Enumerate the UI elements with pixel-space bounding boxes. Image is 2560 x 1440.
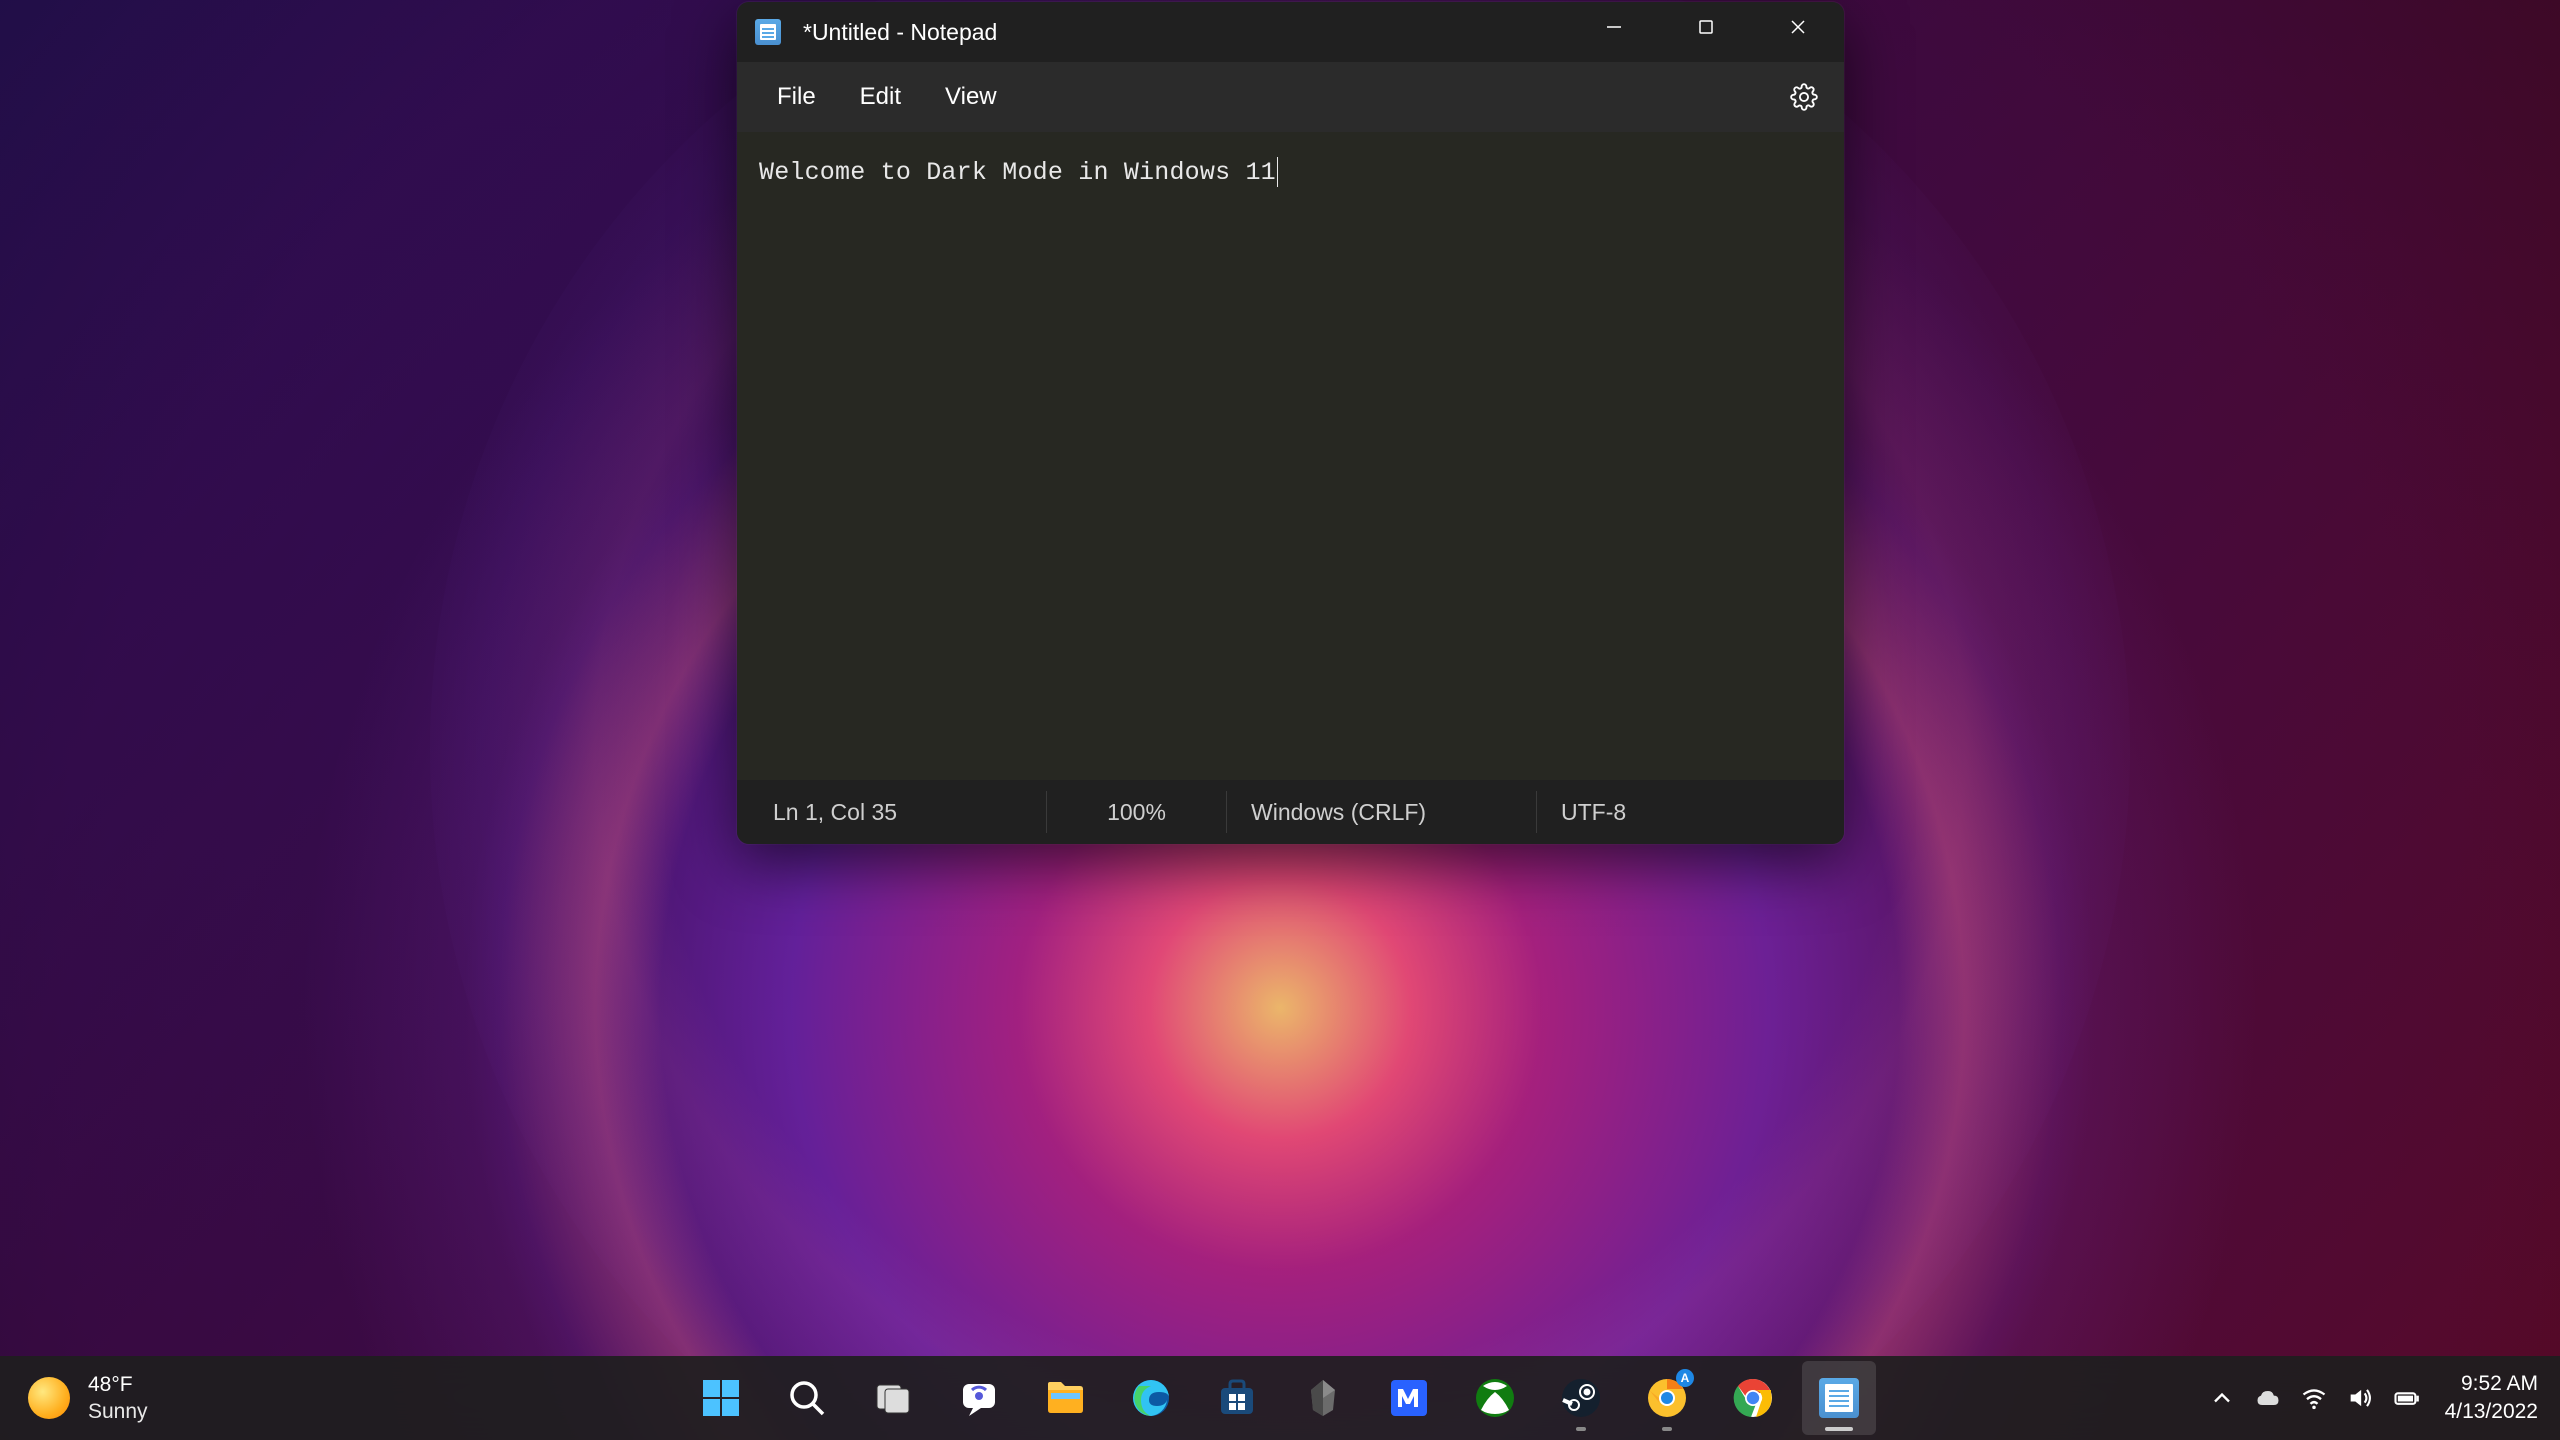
store-icon <box>1215 1376 1259 1420</box>
editor-content: Welcome to Dark Mode in Windows 11 <box>759 158 1278 187</box>
weather-temperature: 48°F <box>88 1371 148 1398</box>
sun-icon <box>28 1377 70 1419</box>
tray-onedrive[interactable] <box>2249 1379 2287 1417</box>
editor-area[interactable]: Welcome to Dark Mode in Windows 11 <box>737 132 1844 780</box>
window-controls <box>1568 2 1844 52</box>
file-explorer-button[interactable] <box>1028 1361 1102 1435</box>
chat-icon <box>957 1376 1001 1420</box>
chevron-up-icon <box>2208 1384 2236 1412</box>
windows-logo-icon <box>699 1376 743 1420</box>
search-icon <box>785 1376 829 1420</box>
xbox-icon <box>1473 1376 1517 1420</box>
edge-button[interactable] <box>1114 1361 1188 1435</box>
weather-condition: Sunny <box>88 1398 148 1425</box>
obsidian-icon <box>1301 1376 1345 1420</box>
notepad-icon <box>755 19 781 45</box>
status-zoom[interactable]: 100% <box>1047 791 1227 833</box>
tray-battery[interactable] <box>2387 1379 2425 1417</box>
status-line-ending[interactable]: Windows (CRLF) <box>1227 791 1537 833</box>
steam-icon <box>1559 1376 1603 1420</box>
start-button[interactable] <box>684 1361 758 1435</box>
taskbar: 48°F Sunny <box>0 1356 2560 1440</box>
maximize-button[interactable] <box>1660 2 1752 52</box>
badge-icon: A <box>1676 1369 1694 1387</box>
notepad-window: *Untitled - Notepad File Edit View <box>737 2 1844 844</box>
chrome-canary-button[interactable]: A <box>1630 1361 1704 1435</box>
taskbar-weather-widget[interactable]: 48°F Sunny <box>0 1371 148 1426</box>
cloud-icon <box>2254 1384 2282 1412</box>
status-cursor-position: Ln 1, Col 35 <box>737 791 1047 833</box>
edge-icon <box>1129 1376 1173 1420</box>
menubar: File Edit View <box>737 62 1844 132</box>
gear-icon <box>1790 83 1818 111</box>
statusbar: Ln 1, Col 35 100% Windows (CRLF) UTF-8 <box>737 780 1844 844</box>
obsidian-button[interactable] <box>1286 1361 1360 1435</box>
taskbar-system-tray: 9:52 AM 4/13/2022 <box>2203 1370 2538 1427</box>
taskbar-center-apps: A <box>684 1361 1876 1435</box>
tray-volume[interactable] <box>2341 1379 2379 1417</box>
titlebar[interactable]: *Untitled - Notepad <box>737 2 1844 62</box>
notepad-taskbar-button[interactable] <box>1802 1361 1876 1435</box>
battery-icon <box>2392 1384 2420 1412</box>
steam-button[interactable] <box>1544 1361 1618 1435</box>
menu-edit[interactable]: Edit <box>838 73 923 121</box>
speaker-icon <box>2346 1384 2374 1412</box>
taskbar-clock[interactable]: 9:52 AM 4/13/2022 <box>2445 1370 2538 1427</box>
status-encoding[interactable]: UTF-8 <box>1537 791 1654 833</box>
m-app-button[interactable] <box>1372 1361 1446 1435</box>
menu-view[interactable]: View <box>923 73 1019 121</box>
search-button[interactable] <box>770 1361 844 1435</box>
xbox-button[interactable] <box>1458 1361 1532 1435</box>
clock-time: 9:52 AM <box>2445 1370 2538 1398</box>
minimize-button[interactable] <box>1568 2 1660 52</box>
weather-text: 48°F Sunny <box>88 1371 148 1426</box>
desktop[interactable]: *Untitled - Notepad File Edit View <box>0 0 2560 1440</box>
tray-wifi[interactable] <box>2295 1379 2333 1417</box>
window-title: *Untitled - Notepad <box>803 19 997 46</box>
folder-icon <box>1043 1376 1087 1420</box>
close-button[interactable] <box>1752 2 1844 52</box>
tray-overflow-button[interactable] <box>2203 1379 2241 1417</box>
chrome-button[interactable] <box>1716 1361 1790 1435</box>
task-view-icon <box>871 1376 915 1420</box>
wifi-icon <box>2300 1384 2328 1412</box>
clock-date: 4/13/2022 <box>2445 1398 2538 1426</box>
settings-button[interactable] <box>1782 75 1826 119</box>
m-app-icon <box>1387 1376 1431 1420</box>
task-view-button[interactable] <box>856 1361 930 1435</box>
store-button[interactable] <box>1200 1361 1274 1435</box>
menu-file[interactable]: File <box>755 73 838 121</box>
chrome-icon <box>1731 1376 1775 1420</box>
notepad-taskbar-icon <box>1819 1378 1859 1418</box>
chat-button[interactable] <box>942 1361 1016 1435</box>
